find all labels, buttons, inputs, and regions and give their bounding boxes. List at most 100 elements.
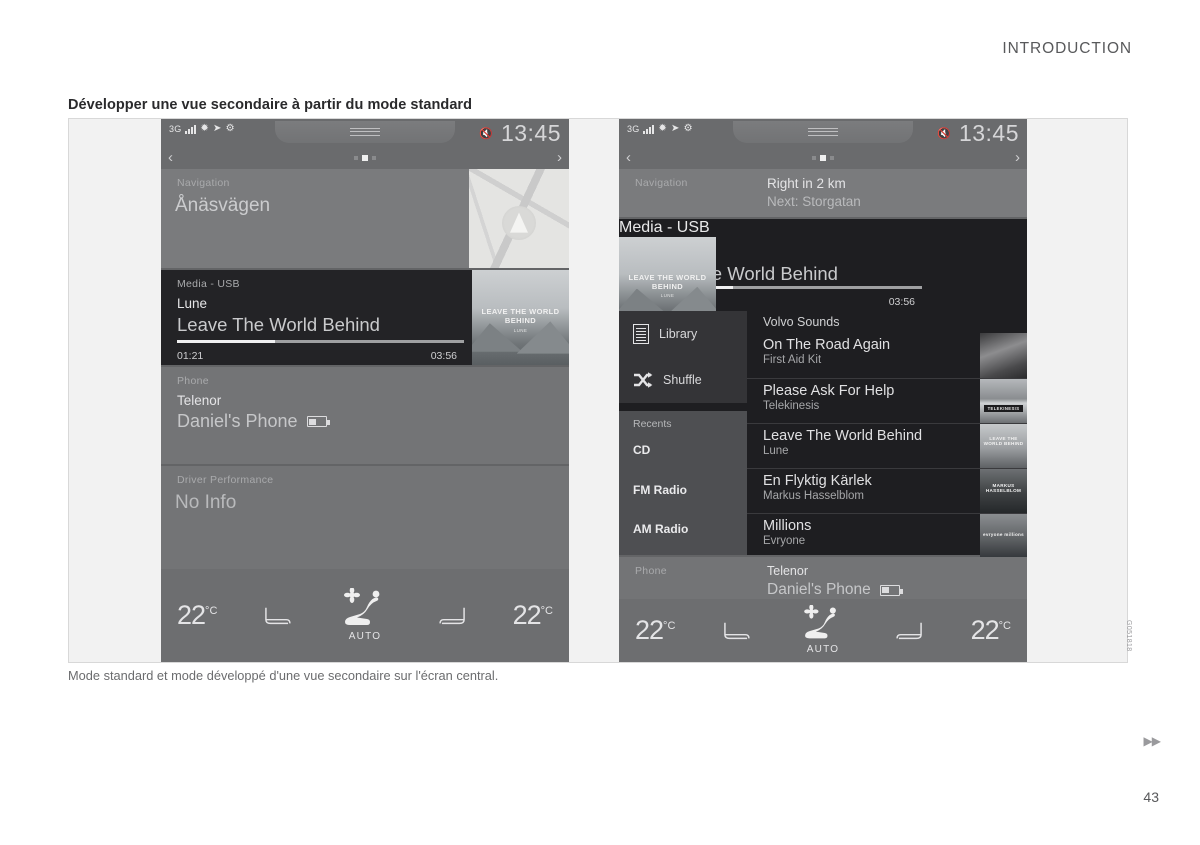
temperature-right[interactable]: 22°C <box>513 600 553 631</box>
temperature-left[interactable]: 22°C <box>635 615 675 646</box>
prev-view-icon[interactable]: ‹ <box>626 150 631 165</box>
phone-operator: Telenor <box>767 564 808 578</box>
album-art-label: MARKUS HASSELBLOM <box>985 483 1022 493</box>
signal-bars-icon <box>185 125 197 134</box>
screen-handle-icon <box>808 125 838 138</box>
prev-view-icon[interactable]: ‹ <box>168 150 173 165</box>
page-indicator-dots <box>812 154 834 161</box>
media-time-total: 03:56 <box>888 296 915 308</box>
seat-heater-left-icon[interactable] <box>717 619 755 643</box>
media-expanded-header[interactable]: Media - USB Lune Leave The World Behind … <box>619 219 1027 329</box>
progress-fill <box>177 340 275 343</box>
seat-heater-left-icon[interactable] <box>258 604 296 628</box>
section-title: Développer une vue secondaire à partir d… <box>68 97 473 113</box>
battery-icon <box>879 584 903 596</box>
temperature-right[interactable]: 22°C <box>971 615 1011 646</box>
navigation-arrow-icon: ➤ <box>213 123 222 134</box>
song-album-art <box>980 333 1027 378</box>
song-album-art: LEAVE THE WORLD BEHIND <box>980 424 1027 468</box>
media-song-list[interactable]: Volvo Sounds On The Road Again First Aid… <box>747 311 1027 572</box>
tile-media[interactable]: Media - USB Lune Leave The World Behind … <box>161 270 569 365</box>
media-expanded-body: Library Shuffle Recents CD FM Radio AM R… <box>619 311 1027 572</box>
tile-driver-performance[interactable]: Driver Performance No Info <box>161 466 569 569</box>
recents-item-cd[interactable]: CD <box>633 443 650 457</box>
song-list-item[interactable]: On The Road Again First Aid Kit <box>747 333 1027 378</box>
album-art[interactable]: LEAVE THE WORLD BEHIND LUNE <box>472 270 569 365</box>
temperature-left[interactable]: 22°C <box>177 600 217 631</box>
media-progress-bar[interactable] <box>177 340 464 343</box>
view-navigation-row: ‹ › <box>619 147 1027 169</box>
status-bar-left-icons: 3G ✹ ➤ ⚙ <box>169 124 235 134</box>
navigation-arrow-icon: ➤ <box>671 123 680 134</box>
song-artist: Markus Hasselblom <box>763 490 864 502</box>
auto-climate-seat-icon <box>804 604 836 638</box>
next-view-icon[interactable]: › <box>1015 150 1020 165</box>
seat-heater-right-icon[interactable] <box>891 619 929 643</box>
climate-auto-control[interactable]: AUTO <box>336 587 394 642</box>
tile-navigation[interactable]: Navigation Ånäsvägen <box>161 169 569 268</box>
album-art-title: LEAVE THE WORLD BEHIND LUNE <box>472 307 569 333</box>
navigation-instruction: Right in 2 km <box>767 176 846 191</box>
recents-item-fm-radio[interactable]: FM Radio <box>633 483 687 497</box>
manual-page: INTRODUCTION Développer une vue secondai… <box>0 0 1200 845</box>
mute-icon[interactable]: 🔇 <box>479 127 493 140</box>
song-album-art: TELEKINESIS <box>980 379 1027 423</box>
phone-device-row: Daniel's Phone <box>177 411 330 432</box>
seat-heater-right-icon[interactable] <box>434 604 472 628</box>
song-title: Leave The World Behind <box>763 428 923 444</box>
recents-item-am-radio[interactable]: AM Radio <box>633 522 688 536</box>
tile-phone[interactable]: Phone Telenor Daniel's Phone <box>161 367 569 464</box>
page-header: INTRODUCTION <box>1002 40 1132 57</box>
library-button-label: Library <box>659 327 698 341</box>
status-bar: 3G ✹ ➤ ⚙ 🔇 13:45 <box>619 119 1027 147</box>
media-time-total: 03:56 <box>430 350 457 362</box>
song-album-art: evryone millions <box>980 514 1027 558</box>
screen-handle-icon <box>350 125 380 138</box>
tile-navigation-collapsed[interactable]: Navigation Right in 2 km Next: Storgatan <box>619 169 1027 217</box>
page-number: 43 <box>1143 789 1159 805</box>
satellite-icon: ⚙ <box>225 123 235 134</box>
media-source-panel: Library Shuffle Recents CD FM Radio AM R… <box>619 311 747 555</box>
figure-gap <box>569 119 619 662</box>
next-view-icon[interactable]: › <box>557 150 562 165</box>
song-album-art: MARKUS HASSELBLOM <box>980 469 1027 513</box>
mute-icon[interactable]: 🔇 <box>937 127 951 140</box>
tile-phone-collapsed[interactable]: Phone Telenor Daniel's Phone <box>619 557 1027 599</box>
shuffle-button[interactable]: Shuffle <box>619 357 747 403</box>
media-action-buttons: Library Shuffle <box>619 311 747 403</box>
network-label: 3G <box>169 124 182 134</box>
tile-driver-performance-label: Driver Performance <box>177 474 274 486</box>
network-label: 3G <box>627 124 640 134</box>
song-list-item[interactable]: Millions Evryone evryone millions <box>747 513 1027 558</box>
status-bar-right: 🔇 13:45 <box>479 120 561 147</box>
media-track: Leave The World Behind <box>177 314 380 335</box>
standard-mode-screen: 3G ✹ ➤ ⚙ 🔇 13:45 ‹ › Navigation Ånäsväge… <box>161 119 569 662</box>
song-title: On The Road Again <box>763 337 891 353</box>
bluetooth-icon: ✹ <box>658 123 667 134</box>
next-section-arrows-icon: ▶▶ <box>1143 734 1161 748</box>
status-bar: 3G ✹ ➤ ⚙ 🔇 13:45 <box>161 119 569 147</box>
library-button[interactable]: Library <box>619 311 747 357</box>
song-text: Leave The World Behind Lune <box>747 424 980 468</box>
song-artist: First Aid Kit <box>763 354 822 366</box>
satellite-icon: ⚙ <box>683 123 693 134</box>
song-list-item[interactable]: En Flyktig Kärlek Markus Hasselblom MARK… <box>747 468 1027 513</box>
album-art-subtitle: LUNE <box>660 293 675 299</box>
figure-right-padding <box>1027 119 1119 662</box>
bluetooth-icon: ✹ <box>200 123 209 134</box>
media-artist: Lune <box>177 296 208 311</box>
view-navigation-row: ‹ › <box>161 147 569 169</box>
tile-media-expanded: Media - USB Lune Leave The World Behind … <box>619 219 1027 572</box>
song-artist: Lune <box>763 445 789 457</box>
song-list-item[interactable]: Leave The World Behind Lune LEAVE THE WO… <box>747 423 1027 468</box>
song-title: En Flyktig Kärlek <box>763 473 872 489</box>
tile-navigation-label: Navigation <box>635 177 688 189</box>
tile-navigation-value: Ånäsvägen <box>175 195 271 216</box>
climate-auto-control[interactable]: AUTO <box>797 604 849 655</box>
map-thumbnail[interactable] <box>469 169 569 268</box>
song-list-item[interactable]: Please Ask For Help Telekinesis TELEKINE… <box>747 378 1027 423</box>
status-bar-right: 🔇 13:45 <box>937 120 1019 147</box>
phone-device-name: Daniel's Phone <box>767 581 871 598</box>
expanded-mode-screen: 3G ✹ ➤ ⚙ 🔇 13:45 ‹ › Navigation Right in… <box>619 119 1027 662</box>
album-art-label-plate: TELEKINESIS <box>984 405 1023 412</box>
